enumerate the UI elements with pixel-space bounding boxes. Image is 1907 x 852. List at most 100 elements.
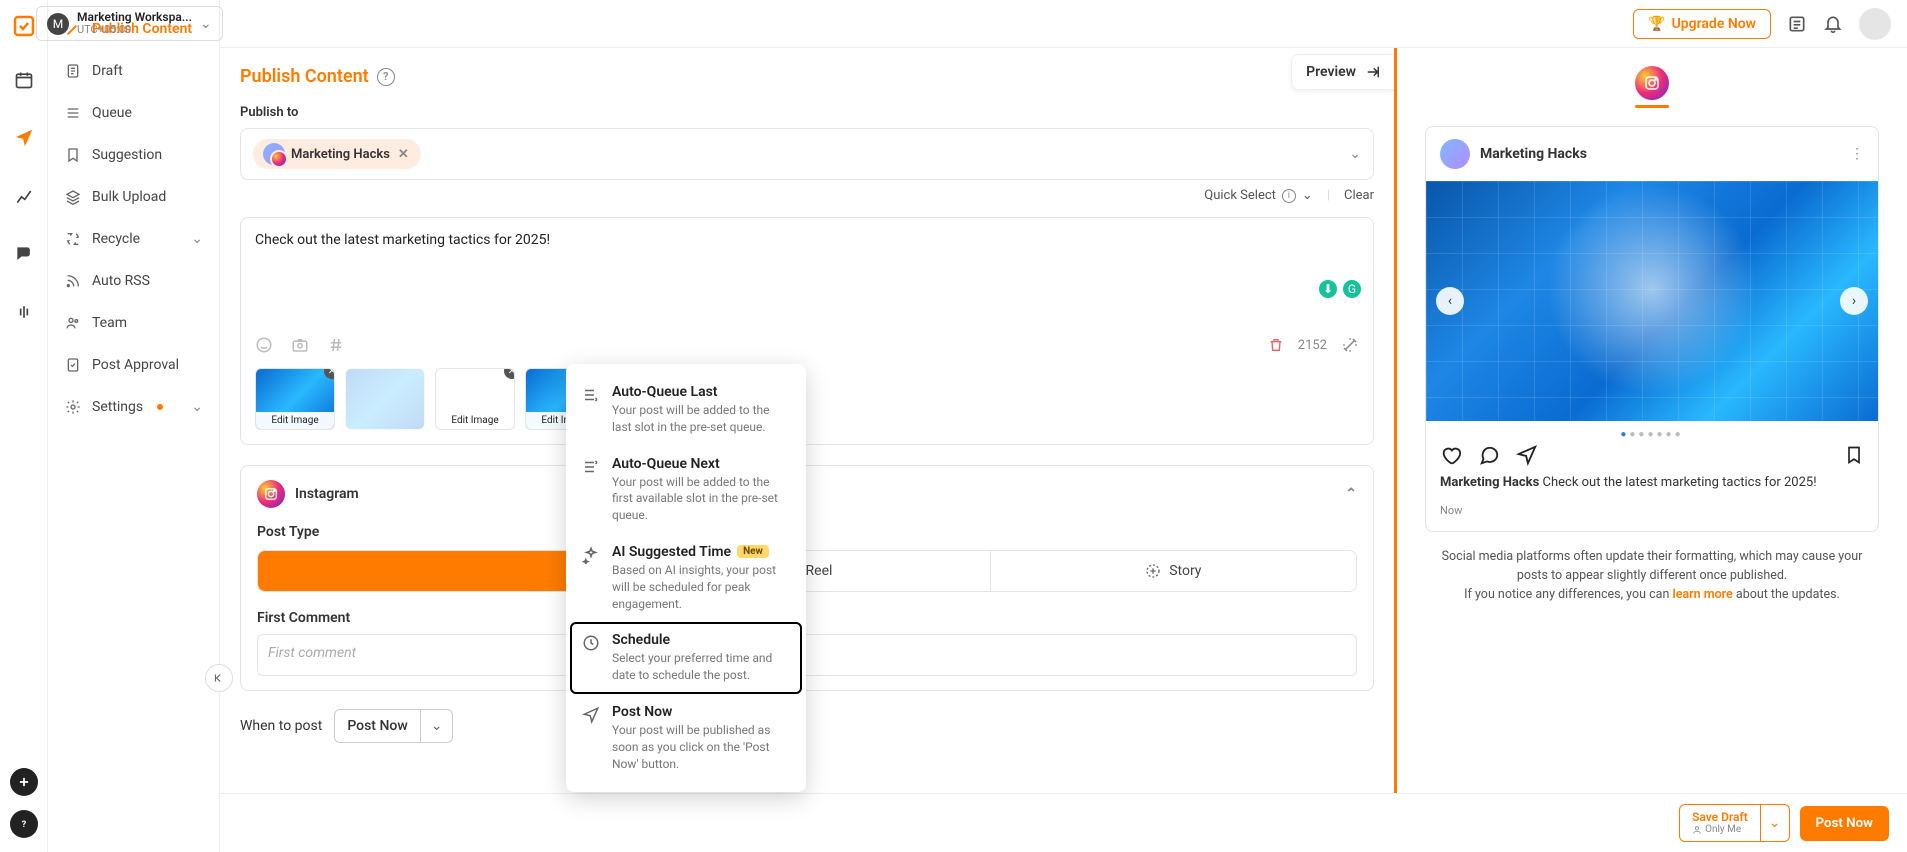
add-fab[interactable] <box>10 768 38 796</box>
option-schedule[interactable]: Schedule Select your preferred time and … <box>572 624 800 692</box>
help-icon[interactable]: ? <box>377 68 395 86</box>
rail-audio[interactable] <box>4 292 44 332</box>
sidebar-item-bulk-upload[interactable]: Bulk Upload <box>56 178 211 216</box>
share-icon[interactable] <box>1516 444 1538 466</box>
settings-dot-badge <box>157 404 163 410</box>
thumbnail-3[interactable]: ✕ Edit Image <box>435 368 515 430</box>
preview-caption-text: Check out the latest marketing tactics f… <box>1543 475 1817 490</box>
learn-more-link[interactable]: learn more <box>1672 587 1732 602</box>
option-ai-suggested[interactable]: AI Suggested Time New Based on AI insigh… <box>566 534 806 622</box>
account-name: Marketing Hacks <box>291 147 390 162</box>
queue-next-icon <box>582 456 600 524</box>
document-icon <box>64 62 82 80</box>
grammarly-badge[interactable]: ⬇ G <box>1317 278 1363 300</box>
preview-caption-author: Marketing Hacks <box>1440 475 1539 490</box>
quick-select-button[interactable]: Quick Select i ⌄ <box>1204 188 1313 203</box>
first-comment-label: First Comment <box>257 610 1357 626</box>
hashtag-icon[interactable] <box>327 336 345 354</box>
preview-toggle[interactable]: Preview <box>1291 54 1397 90</box>
remove-account-icon[interactable]: ✕ <box>396 147 411 162</box>
edit-image-label[interactable]: Edit Image <box>436 412 514 429</box>
sidebar-item-suggestion[interactable]: Suggestion <box>56 136 211 174</box>
preview-avatar <box>1440 139 1470 169</box>
trash-icon[interactable] <box>1268 337 1284 353</box>
notes-icon[interactable] <box>1787 14 1807 34</box>
rail-calendar[interactable] <box>4 60 44 100</box>
sidebar-item-auto-rss[interactable]: Auto RSS <box>56 262 211 300</box>
sidebar-item-label: Recycle <box>92 231 140 247</box>
char-count: 2152 <box>1298 338 1327 353</box>
emoji-icon[interactable] <box>255 336 273 354</box>
queue-last-icon <box>582 384 600 436</box>
chevron-down-icon[interactable]: ⌄ <box>1349 146 1361 162</box>
app-logo[interactable] <box>8 10 40 42</box>
post-now-button[interactable]: Post Now <box>1800 806 1889 841</box>
thumbnail-1[interactable]: ✕ Edit Image <box>255 368 335 430</box>
carousel-next[interactable]: › <box>1840 287 1868 315</box>
instagram-icon <box>257 480 285 508</box>
rss-icon <box>64 272 82 290</box>
sidebar-item-queue[interactable]: Queue <box>56 94 211 132</box>
save-draft-button[interactable]: Save Draft Only Me ⌄ <box>1679 804 1789 842</box>
option-auto-queue-next[interactable]: Auto-Queue Next Your post will be added … <box>566 446 806 534</box>
help-fab[interactable]: ? <box>10 810 38 838</box>
save-icon[interactable] <box>1844 445 1864 465</box>
thumbnail-2[interactable] <box>345 368 425 430</box>
sidebar-item-label: Draft <box>92 63 123 79</box>
save-draft-caret[interactable]: ⌄ <box>1760 805 1789 841</box>
preview-tab-instagram[interactable] <box>1635 66 1669 100</box>
compose-textarea[interactable]: Check out the latest marketing tactics f… <box>240 217 1374 445</box>
option-auto-queue-last[interactable]: Auto-Queue Last Your post will be added … <box>566 374 806 446</box>
when-to-post-select[interactable]: Post Now ⌄ <box>334 709 453 743</box>
recycle-icon <box>64 230 82 248</box>
preview-time: Now <box>1426 504 1878 531</box>
option-post-now[interactable]: Post Now Your post will be published as … <box>566 694 806 782</box>
preview-image: ‹ › <box>1426 181 1878 421</box>
preview-disclaimer: Social media platforms often update thei… <box>1425 548 1879 604</box>
queue-icon <box>64 104 82 122</box>
carousel-prev[interactable]: ‹ <box>1436 287 1464 315</box>
chevron-down-icon: ⌄ <box>191 399 203 415</box>
segment-story[interactable]: Story <box>990 551 1356 591</box>
bell-icon[interactable] <box>1823 14 1843 34</box>
team-icon <box>64 314 82 332</box>
trophy-icon: 🏆 <box>1648 16 1665 32</box>
workspace-avatar: M <box>47 13 69 35</box>
account-chip[interactable]: Marketing Hacks ✕ <box>253 139 421 169</box>
close-icon[interactable]: ✕ <box>324 368 335 379</box>
sidebar-item-settings[interactable]: Settings ⌄ <box>56 388 211 426</box>
workspace-timezone: UTC+05:00 <box>77 24 192 36</box>
preview-label: Preview <box>1306 64 1356 80</box>
sidebar-item-post-approval[interactable]: Post Approval <box>56 346 211 384</box>
bookmark-icon <box>64 146 82 164</box>
first-comment-input[interactable]: First comment <box>257 634 1357 676</box>
heart-icon[interactable] <box>1440 444 1462 466</box>
account-avatar <box>263 143 285 165</box>
more-icon[interactable]: ⋮ <box>1850 146 1864 162</box>
platform-name: Instagram <box>295 486 359 502</box>
grammarly-download-icon: ⬇ <box>1317 278 1339 300</box>
rail-publish[interactable] <box>4 118 44 158</box>
sidebar-item-recycle[interactable]: Recycle ⌄ <box>56 220 211 258</box>
rail-engage[interactable] <box>4 234 44 274</box>
sidebar-item-label: Bulk Upload <box>92 189 166 205</box>
comment-icon[interactable] <box>1478 444 1500 466</box>
sidebar-item-draft[interactable]: Draft <box>56 52 211 90</box>
publish-to-selector[interactable]: Marketing Hacks ✕ ⌄ <box>240 128 1374 180</box>
chevron-up-icon[interactable]: ⌃ <box>1345 486 1357 502</box>
magic-icon[interactable] <box>1341 336 1359 354</box>
close-icon[interactable]: ✕ <box>504 368 515 379</box>
profile-avatar[interactable] <box>1859 8 1891 40</box>
chevron-down-icon[interactable]: ⌄ <box>420 710 453 742</box>
when-to-post-dropdown: Auto-Queue Last Your post will be added … <box>566 364 806 792</box>
rail-analytics[interactable] <box>4 176 44 216</box>
edit-image-label[interactable]: Edit Image <box>256 412 334 429</box>
workspace-selector[interactable]: M Marketing Workspa... UTC+05:00 ⌄ <box>36 6 223 41</box>
preview-account-name: Marketing Hacks <box>1480 146 1587 162</box>
clear-button[interactable]: Clear <box>1344 188 1374 203</box>
send-icon <box>582 704 600 772</box>
camera-icon[interactable] <box>291 336 309 354</box>
page-title: Publish Content ? <box>240 66 1374 87</box>
sidebar-item-team[interactable]: Team <box>56 304 211 342</box>
upgrade-button[interactable]: 🏆 Upgrade Now <box>1633 9 1771 39</box>
